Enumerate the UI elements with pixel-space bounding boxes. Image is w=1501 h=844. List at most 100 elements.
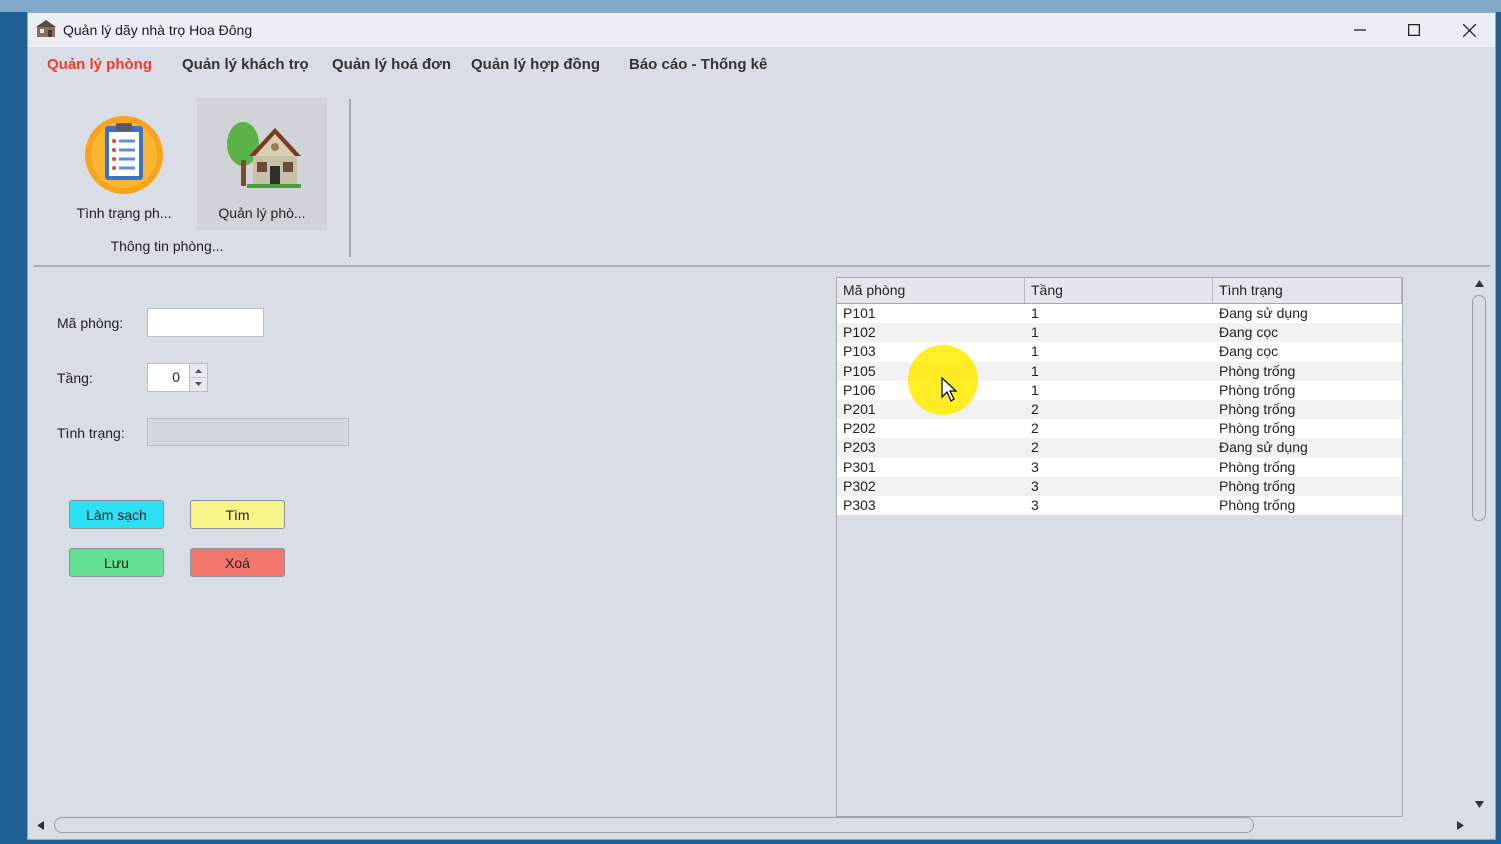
clipboard-icon <box>85 116 163 194</box>
close-button[interactable] <box>1446 17 1492 43</box>
tang-value[interactable]: 0 <box>147 363 190 392</box>
spinner-up-button[interactable] <box>190 364 207 378</box>
scroll-down-button[interactable] <box>1471 796 1487 812</box>
window-title: Quản lý dãy nhà trọ Hoa Đông <box>63 22 253 38</box>
ribbon-separator <box>349 99 351 257</box>
cell-tang: 2 <box>1031 420 1039 437</box>
cell-ma-phong: P106 <box>843 381 876 398</box>
cell-ma-phong: P102 <box>843 324 876 341</box>
maximize-button[interactable] <box>1391 17 1437 43</box>
header-ma-phong[interactable]: Mã phòng <box>837 278 1025 303</box>
table-row[interactable]: P101 1 Đang sử dụng <box>837 304 1402 324</box>
cell-tinh-trang: Đang sử dụng <box>1219 305 1308 321</box>
cell-tang: 1 <box>1031 324 1039 341</box>
cell-tinh-trang: Phòng trống <box>1219 477 1296 494</box>
scroll-left-button[interactable] <box>32 817 48 833</box>
house-tree-icon <box>227 122 301 188</box>
tinh-trang-phong-button[interactable]: Tình trạng ph... <box>59 98 189 230</box>
table-body: P101 1 Đang sử dụng P102 1 Đang cọc P103 1 Đang … <box>837 304 1402 516</box>
cell-tang: 1 <box>1031 362 1039 379</box>
ribbon-group-label: Thông tin phòng... <box>110 238 224 254</box>
cell-tinh-trang: Phòng trống <box>1219 400 1296 417</box>
menu-quan-ly-khach-tro[interactable]: Quản lý khách trọ <box>182 56 309 73</box>
arrow-down-icon <box>195 381 202 386</box>
cell-tinh-trang: Phòng trống <box>1219 381 1296 398</box>
cell-tinh-trang: Đang sử dụng <box>1219 439 1308 456</box>
arrow-left-icon <box>36 820 44 830</box>
minimize-icon <box>1354 29 1366 31</box>
app-window: Quản lý dãy nhà trọ Hoa Đông Quản lý phò… <box>27 12 1496 840</box>
arrow-up-icon <box>195 368 202 373</box>
tang-label: Tầng: <box>57 370 93 386</box>
table-row[interactable]: P203 2 Đang sử dụng <box>837 438 1402 458</box>
arrow-down-icon <box>1474 800 1484 808</box>
horizontal-scroll-thumb[interactable] <box>54 817 1254 833</box>
table-header: Mã phòng Tầng Tình trạng <box>837 278 1402 304</box>
quan-ly-phong-label: Quản lý phò... <box>218 205 306 221</box>
desktop-background <box>0 0 1501 12</box>
cell-tinh-trang: Phòng trống <box>1219 362 1296 379</box>
tinh-trang-label: Tình trạng: <box>57 425 125 441</box>
luu-button[interactable]: Lưu <box>69 548 164 577</box>
arrow-up-icon <box>1474 279 1484 287</box>
quan-ly-phong-button[interactable]: Quản lý phò... <box>197 98 327 230</box>
table-row[interactable]: P202 2 Phòng trống <box>837 419 1402 439</box>
ma-phong-input[interactable] <box>147 308 264 337</box>
tim-button[interactable]: Tìm <box>190 500 285 529</box>
cell-ma-phong: P301 <box>843 458 876 475</box>
table-row[interactable]: P303 3 Phòng trống <box>837 495 1402 516</box>
tinh-trang-field <box>147 418 349 446</box>
menu-quan-ly-hop-dong[interactable]: Quản lý hợp đồng <box>471 56 600 73</box>
cell-ma-phong: P203 <box>843 439 876 456</box>
cell-ma-phong: P303 <box>843 496 876 513</box>
cell-tinh-trang: Phòng trống <box>1219 420 1296 437</box>
minimize-button[interactable] <box>1337 17 1383 43</box>
cell-tang: 3 <box>1031 477 1039 494</box>
cell-tang: 3 <box>1031 458 1039 475</box>
cell-tang: 2 <box>1031 439 1039 456</box>
cell-tang: 1 <box>1031 305 1039 321</box>
scroll-up-button[interactable] <box>1471 275 1487 291</box>
app-house-icon <box>36 20 56 37</box>
header-tang[interactable]: Tầng <box>1025 278 1213 303</box>
vertical-scrollbar[interactable] <box>1471 275 1489 815</box>
cell-tang: 2 <box>1031 400 1039 417</box>
cell-tang: 3 <box>1031 496 1039 513</box>
ma-phong-label: Mã phòng: <box>57 315 124 331</box>
menu-bao-cao-thong-ke[interactable]: Báo cáo - Thống kê <box>629 56 767 73</box>
spinner-down-button[interactable] <box>190 377 207 390</box>
mouse-cursor-icon <box>941 377 957 402</box>
ribbon-toolbar: Tình trạng ph... Quản lý phò... Thông ti… <box>28 81 1495 266</box>
title-bar: Quản lý dãy nhà trọ Hoa Đông <box>28 13 1495 47</box>
xoa-button[interactable]: Xoá <box>190 548 285 577</box>
menu-quan-ly-hoa-don[interactable]: Quản lý hoá đơn <box>332 56 451 73</box>
arrow-right-icon <box>1456 820 1464 830</box>
tinh-trang-phong-label: Tình trạng ph... <box>76 205 172 221</box>
cell-ma-phong: P103 <box>843 343 876 360</box>
header-tinh-trang[interactable]: Tình trạng <box>1213 278 1402 303</box>
table-row[interactable]: P102 1 Đang cọc <box>837 323 1402 343</box>
horizontal-scrollbar[interactable] <box>32 817 1468 835</box>
tang-spinner[interactable]: 0 <box>147 363 208 392</box>
cell-ma-phong: P302 <box>843 477 876 494</box>
cell-ma-phong: P202 <box>843 420 876 437</box>
spinner-arrows <box>189 363 208 392</box>
table-row[interactable]: P302 3 Phòng trống <box>837 476 1402 496</box>
cell-ma-phong: P105 <box>843 362 876 379</box>
cell-tinh-trang: Đang cọc <box>1219 324 1279 341</box>
scroll-right-button[interactable] <box>1452 817 1468 833</box>
maximize-icon <box>1408 24 1420 36</box>
menu-quan-ly-phong[interactable]: Quản lý phòng <box>47 56 152 73</box>
cell-tang: 1 <box>1031 343 1039 360</box>
vertical-scroll-thumb[interactable] <box>1472 295 1486 521</box>
table-row[interactable]: P301 3 Phòng trống <box>837 457 1402 477</box>
cell-tang: 1 <box>1031 381 1039 398</box>
menu-bar: Quản lý phòng Quản lý khách trọ Quản lý … <box>28 47 1495 81</box>
cell-ma-phong: P201 <box>843 400 876 417</box>
cell-tinh-trang: Đang cọc <box>1219 343 1279 360</box>
cell-tinh-trang: Phòng trống <box>1219 496 1296 513</box>
cell-tinh-trang: Phòng trống <box>1219 458 1296 475</box>
lam-sach-button[interactable]: Làm sạch <box>69 500 164 529</box>
cell-ma-phong: P101 <box>843 305 876 321</box>
close-icon <box>1462 23 1476 37</box>
